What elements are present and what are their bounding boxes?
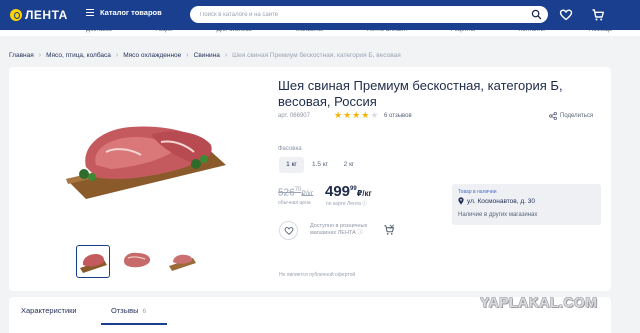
tab-characteristics-label: Характеристики	[21, 306, 77, 315]
product-sku: арт. 066907	[278, 113, 310, 119]
cart-unavailable-icon	[384, 224, 395, 235]
search-bar	[190, 6, 548, 23]
tab-reviews-label: Отзывы	[111, 306, 139, 315]
offer-disclaimer: Не является публичной офертой	[279, 272, 356, 278]
thumbnail-2[interactable]	[121, 245, 155, 278]
logo-text: ЛЕНТА	[25, 8, 68, 22]
thumbnail-1-image	[80, 254, 107, 273]
star-icon: ★	[352, 110, 361, 120]
subnav-item[interactable]: Помощь	[589, 30, 612, 33]
breadcrumb-item[interactable]: Мясо охлажденное	[123, 52, 181, 59]
weight-option[interactable]: 1.5 кг	[306, 157, 334, 173]
new-price-main: 499	[325, 183, 351, 200]
active-tab-underline	[101, 323, 167, 325]
breadcrumb-separator-icon: ›	[115, 52, 119, 59]
product-main-image[interactable]	[56, 107, 231, 202]
breadcrumb-item[interactable]: Свинина	[194, 52, 220, 59]
old-price: 52670₽/кг	[278, 187, 313, 198]
share-icon	[549, 112, 557, 120]
breadcrumb-item[interactable]: Мясо, птица, колбаса	[46, 52, 111, 59]
store-address-text: ул. Космонавтов, д. 30	[467, 197, 535, 205]
breadcrumb: Главная › Мясо, птица, колбаса › Мясо охлажд…	[9, 52, 401, 59]
heart-icon	[284, 226, 293, 235]
new-price: 49999₽/кг	[325, 183, 372, 200]
subnav-item[interactable]: Магазины	[296, 30, 323, 33]
new-price-caption: по карте Лента ⓘ	[326, 200, 367, 207]
reviews-link[interactable]: 6 отзывов	[384, 113, 412, 119]
tab-reviews[interactable]: Отзывы 6	[111, 306, 146, 315]
subnav-item[interactable]: Контакты	[519, 30, 545, 33]
thumbnail-3-image	[169, 254, 196, 271]
breadcrumb-separator-icon: ›	[224, 52, 228, 59]
share-label: Поделиться	[560, 113, 594, 119]
subnav-item[interactable]: Для бизнеса	[217, 30, 252, 33]
top-header: ЛЕНТА Каталог товаров	[0, 0, 640, 30]
secondary-nav: Доставка Акции Для бизнеса Магазины Лента Он…	[0, 30, 640, 36]
star-icon: ★	[370, 110, 379, 120]
subnav-item[interactable]: Лента Онлайн	[367, 30, 407, 33]
thumbnail-2-image	[124, 252, 151, 268]
star-icon: ★	[343, 110, 352, 120]
thumbnail-3[interactable]	[166, 245, 200, 278]
weight-label: Фасовка	[278, 146, 302, 152]
favorites-heart-icon[interactable]	[559, 8, 573, 22]
other-stores-link[interactable]: Наличие в других магазинах	[458, 212, 537, 218]
location-pin-icon	[458, 197, 464, 205]
tab-reviews-count: 6	[142, 308, 147, 315]
thumbnail-1[interactable]	[76, 245, 110, 278]
store-availability-box: Товар в наличии ул. Космонавтов, д. 30 Н…	[452, 184, 601, 225]
new-price-cents: 99	[350, 186, 357, 192]
store-address[interactable]: ул. Космонавтов, д. 30	[458, 197, 535, 205]
weight-option[interactable]: 2 кг	[338, 157, 360, 173]
tab-characteristics[interactable]: Характеристики	[21, 306, 77, 315]
star-icon: ★	[334, 110, 343, 120]
lenta-logo[interactable]: ЛЕНТА	[10, 8, 68, 22]
search-icon[interactable]	[531, 9, 542, 20]
share-button[interactable]: Поделиться	[549, 112, 593, 120]
breadcrumb-item: Шея свиная Премиум бескостная, категория…	[232, 52, 401, 59]
old-price-unit: ₽/кг	[301, 190, 314, 198]
store-status: Товар в наличии	[458, 189, 497, 195]
add-to-favorites-button[interactable]	[279, 221, 298, 240]
weight-option[interactable]: 1 кг	[279, 157, 304, 173]
catalog-button[interactable]: Каталог товаров	[86, 8, 162, 17]
breadcrumb-separator-icon: ›	[186, 52, 189, 59]
cart-icon[interactable]	[591, 8, 605, 22]
burger-menu-icon	[86, 9, 94, 17]
logo-badge-icon	[10, 9, 22, 21]
subnav-item[interactable]: Акции	[156, 30, 173, 33]
availability-info-icon[interactable]: ⓘ	[357, 230, 363, 236]
breadcrumb-separator-icon: ›	[38, 52, 42, 59]
info-icon[interactable]: ⓘ	[362, 201, 367, 207]
old-price-main: 526	[278, 187, 295, 199]
availability-note: Доступно в розничных магазинах ЛЕНТА ⓘ	[310, 223, 376, 237]
subnav-item[interactable]: Доставка	[86, 30, 112, 33]
new-price-caption-text: по карте Лента	[326, 201, 361, 207]
star-icon: ★	[361, 110, 370, 120]
subnav-item[interactable]: Рецепты	[451, 30, 475, 33]
old-price-caption: обычная цена	[278, 200, 311, 206]
breadcrumb-item[interactable]: Главная	[9, 52, 34, 59]
rating-stars[interactable]: ★ ★ ★ ★ ★	[334, 111, 378, 120]
search-input[interactable]	[200, 6, 520, 23]
catalog-button-label: Каталог товаров	[100, 8, 162, 17]
product-title: Шея свиная Премиум бескостная, категория…	[278, 78, 563, 109]
watermark: YAPLAKAL.COM	[480, 294, 598, 310]
new-price-unit: ₽/кг	[356, 189, 372, 198]
